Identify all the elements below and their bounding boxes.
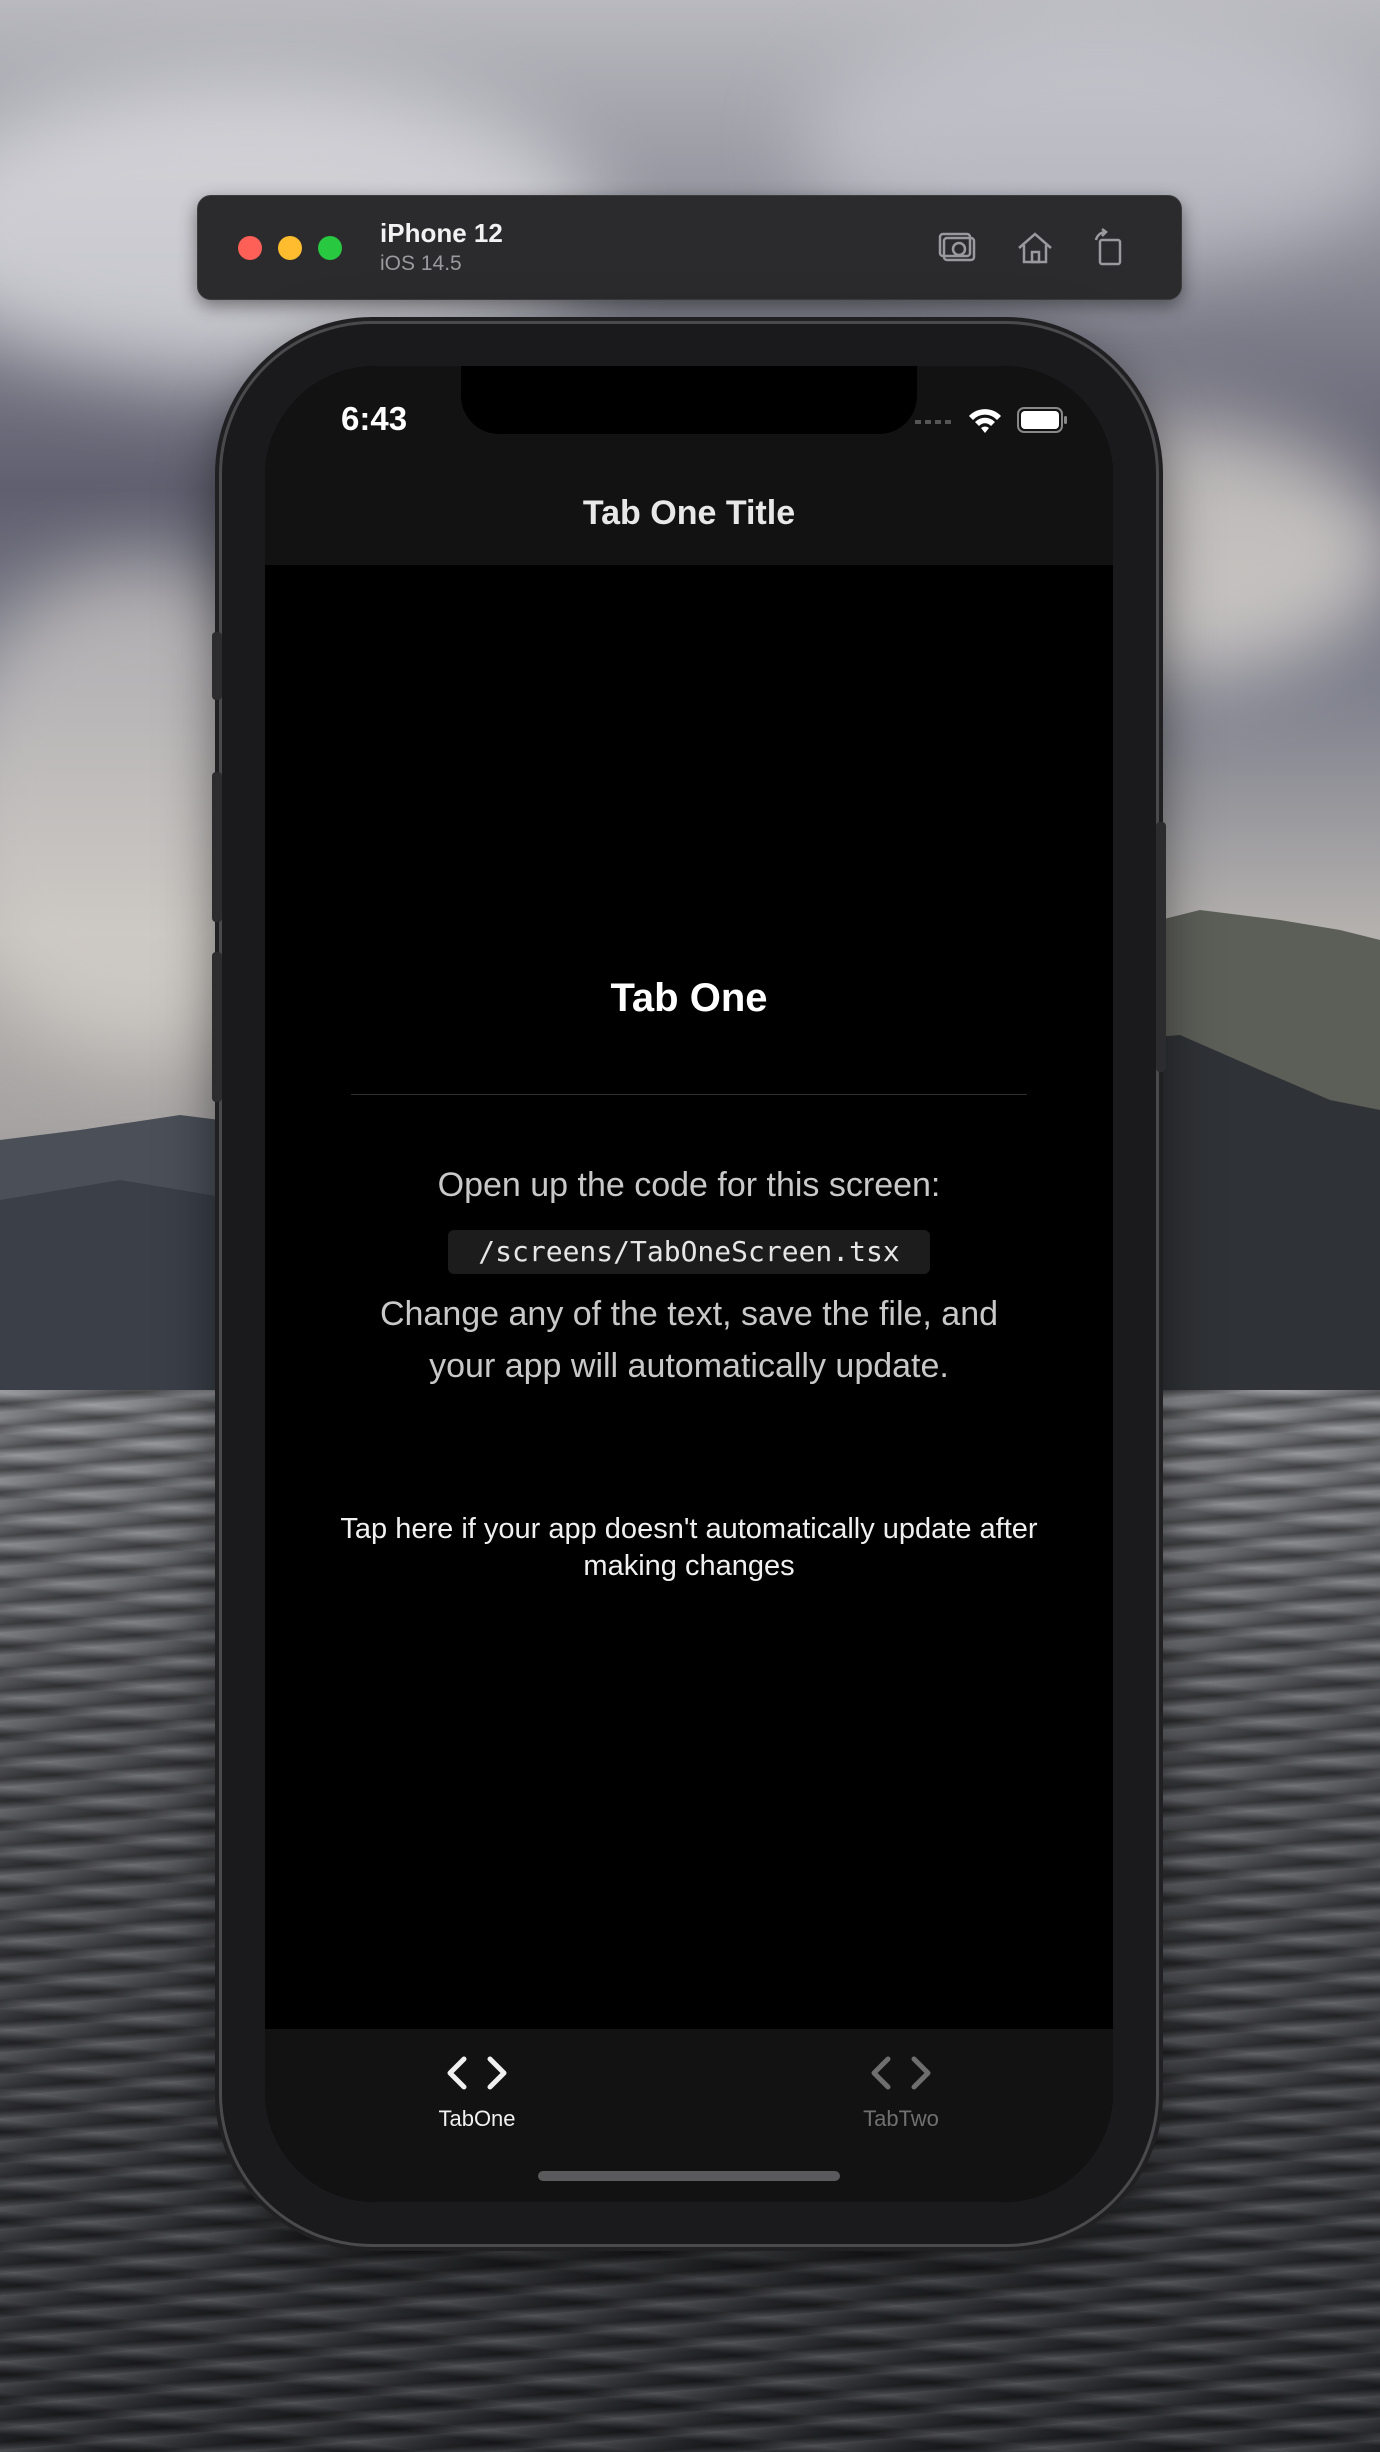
volume-up-button bbox=[212, 772, 222, 922]
tab-label: TabTwo bbox=[863, 2106, 939, 2131]
wifi-icon bbox=[969, 409, 1001, 433]
code-icon bbox=[871, 2056, 931, 2090]
open-code-text: Open up the code for this screen: bbox=[437, 1166, 941, 1204]
volume-down-button bbox=[212, 952, 222, 1102]
simulator-os-version: iOS 14.5 bbox=[380, 252, 462, 275]
status-time: 6:43 bbox=[341, 400, 408, 437]
tab-label: TabOne bbox=[438, 2106, 516, 2131]
nav-title: Tab One Title bbox=[582, 494, 796, 532]
screenshot-icon[interactable] bbox=[936, 226, 980, 270]
tab-tabtwo[interactable]: TabTwo bbox=[751, 2029, 1051, 2149]
mute-switch bbox=[212, 632, 222, 700]
zoom-window-button[interactable] bbox=[318, 236, 342, 260]
home-indicator[interactable] bbox=[538, 2171, 840, 2181]
minimize-window-button[interactable] bbox=[278, 236, 302, 260]
code-path: /screens/TabOneScreen.tsx bbox=[448, 1230, 930, 1274]
help-link[interactable]: Tap here if your app doesn't automatical… bbox=[325, 1511, 1053, 1585]
close-window-button[interactable] bbox=[238, 236, 262, 260]
cellular-signal-icon bbox=[915, 420, 951, 424]
tab-tabone[interactable]: TabOne bbox=[327, 2029, 627, 2149]
notch bbox=[461, 366, 917, 434]
side-power-button bbox=[1156, 822, 1166, 1072]
home-icon[interactable] bbox=[1013, 226, 1057, 270]
simulator-device-name: iPhone 12 bbox=[380, 218, 503, 248]
simulator-toolbar: iPhone 12 iOS 14.5 bbox=[197, 195, 1182, 300]
code-icon bbox=[447, 2056, 507, 2090]
screen-heading: Tab One bbox=[610, 976, 768, 1020]
status-icons bbox=[915, 406, 1069, 434]
separator bbox=[351, 1094, 1027, 1095]
battery-icon bbox=[1017, 407, 1067, 433]
app-screen: 6:43 Tab One Title Tab One Open up the c… bbox=[265, 366, 1113, 2202]
rotate-icon[interactable] bbox=[1088, 226, 1132, 270]
change-instructions: Change any of the text, save the file, a… bbox=[379, 1295, 999, 1385]
